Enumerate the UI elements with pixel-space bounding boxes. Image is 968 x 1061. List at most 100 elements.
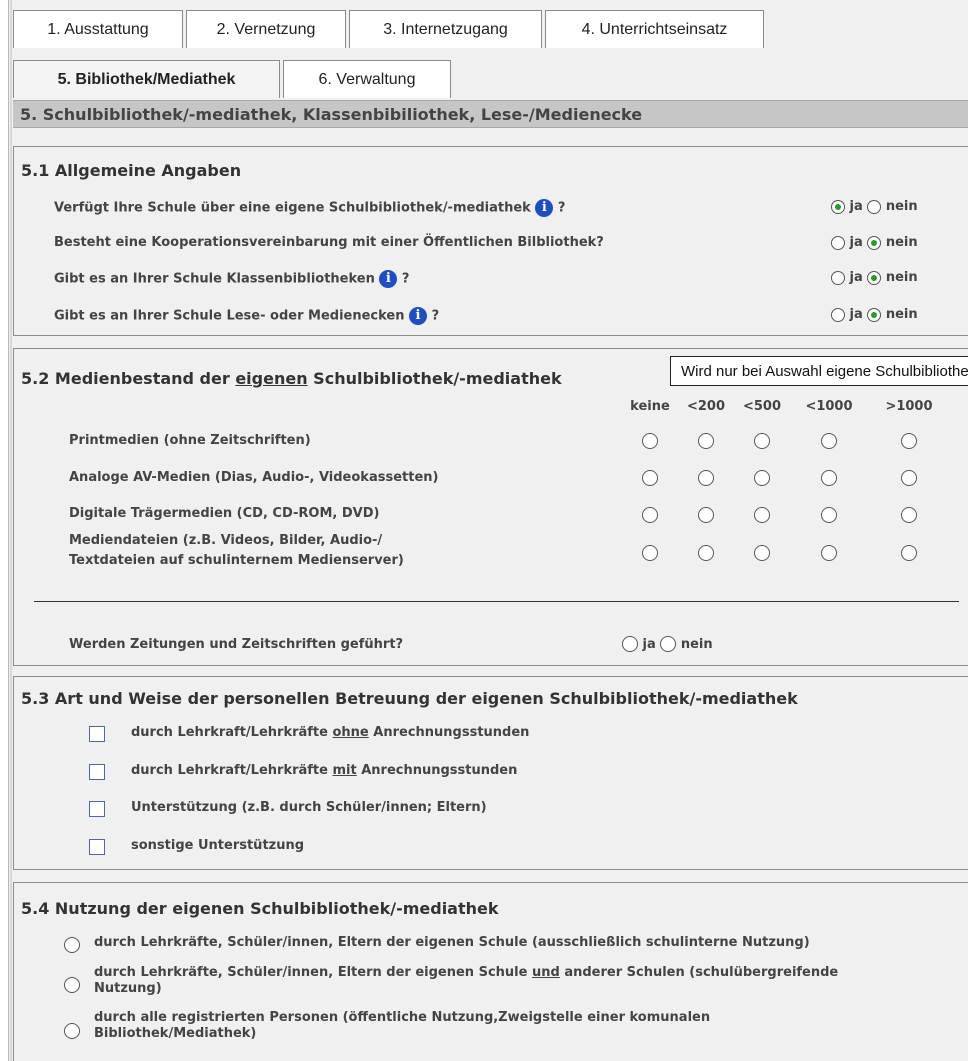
section-5-3-title: 5.3 Art und Weise der personellen Betreu…: [21, 689, 798, 708]
q3-radio-ja[interactable]: [831, 270, 845, 285]
q4-options: ja nein: [831, 307, 918, 322]
col-lt500: <500: [742, 399, 782, 414]
radio-analoge-av-1[interactable]: [698, 470, 714, 486]
q3-options: ja nein: [831, 270, 918, 285]
q1-radio-ja[interactable]: [831, 199, 845, 214]
radio-analoge-av-4[interactable]: [901, 470, 917, 486]
nutzung-radio-intern[interactable]: [64, 937, 80, 953]
section-5-2: 5.2 Medienbestand der eigenen Schulbibli…: [13, 348, 968, 666]
divider: [34, 601, 959, 602]
section-5-1-title: 5.1 Allgemeine Angaben: [21, 161, 242, 180]
radio-printmedien-1[interactable]: [698, 433, 714, 449]
question-suffix: ?: [431, 308, 440, 324]
question-zeitungen: Werden Zeitungen und Zeitschriften gefüh…: [69, 637, 404, 652]
label-unterstuetzung: Unterstützung (z.B. durch Schüler/innen;…: [131, 800, 487, 815]
radio-analoge-av-0[interactable]: [642, 470, 658, 486]
radio-analoge-av-2[interactable]: [754, 470, 770, 486]
radio-mediendateien-3[interactable]: [821, 545, 837, 561]
title-underlined: eigenen: [235, 369, 308, 388]
q4-radio-ja[interactable]: [831, 307, 845, 322]
info-icon[interactable]: i: [379, 270, 398, 288]
q4-label-ja: ja: [849, 307, 863, 322]
label-part: Anrechnungsstunden: [356, 763, 518, 778]
q2-radio-ja[interactable]: [831, 235, 845, 250]
q2-radio-nein[interactable]: [867, 235, 882, 250]
section-5-1: 5.1 Allgemeine Angaben Verfügt Ihre Schu…: [13, 146, 968, 336]
col-lt200: <200: [686, 399, 726, 414]
label-nutzung-oeffentlich-2: Bibliothek/Mediathek): [94, 1026, 257, 1041]
section-5-4: 5.4 Nutzung der eigenen Schulbibliothek/…: [13, 882, 968, 1061]
q1-label-nein: nein: [885, 199, 918, 214]
info-icon[interactable]: i: [535, 199, 554, 217]
question-text: Gibt es an Ihrer Schule Klassenbibliothe…: [54, 271, 375, 287]
q3-label-ja: ja: [849, 270, 863, 285]
radio-analoge-av-3[interactable]: [821, 470, 837, 486]
radio-mediendateien-2[interactable]: [754, 545, 770, 561]
tab-verwaltung[interactable]: 6. Verwaltung: [283, 60, 451, 98]
q1-radio-nein[interactable]: [867, 199, 882, 214]
tab-vernetzung[interactable]: 2. Vernetzung: [186, 10, 346, 48]
radio-digitale-0[interactable]: [642, 507, 658, 523]
label-nutzung-uebergreifend: durch Lehrkräfte, Schüler/innen, Eltern …: [94, 965, 838, 980]
row-analoge-av: Analoge AV-Medien (Dias, Audio-, Videoka…: [69, 470, 439, 485]
q1-label-ja: ja: [849, 199, 863, 214]
q3-radio-nein[interactable]: [867, 270, 882, 285]
q4-radio-nein[interactable]: [867, 307, 882, 322]
radio-digitale-2[interactable]: [754, 507, 770, 523]
checkbox-sonstige[interactable]: [89, 839, 105, 855]
radio-digitale-4[interactable]: [901, 507, 917, 523]
radio-printmedien-0[interactable]: [642, 433, 658, 449]
question-text: Gibt es an Ihrer Schule Lese- oder Medie…: [54, 308, 405, 324]
question-klassenbibliotheken: Gibt es an Ihrer Schule Klassenbibliothe…: [54, 270, 409, 288]
nutzung-radio-oeffentlich[interactable]: [64, 1023, 80, 1039]
radio-mediendateien-1[interactable]: [698, 545, 714, 561]
radio-mediendateien-0[interactable]: [642, 545, 658, 561]
label-nutzung-intern: durch Lehrkräfte, Schüler/innen, Eltern …: [94, 935, 810, 950]
title-part: 5.2 Medienbestand der: [21, 369, 236, 388]
label-sonstige: sonstige Unterstützung: [131, 838, 305, 853]
radio-printmedien-4[interactable]: [901, 433, 917, 449]
row-digitale: Digitale Trägermedien (CD, CD-ROM, DVD): [69, 506, 380, 521]
q4-label-nein: nein: [885, 307, 918, 322]
col-keine: keine: [630, 399, 670, 414]
radio-mediendateien-4[interactable]: [901, 545, 917, 561]
tab-unterrichtseinsatz[interactable]: 4. Unterrichtseinsatz: [545, 10, 764, 48]
section-5-2-title: 5.2 Medienbestand der eigenen Schulbibli…: [21, 369, 562, 388]
tab-internetzugang[interactable]: 3. Internetzugang: [349, 10, 542, 48]
radio-printmedien-3[interactable]: [821, 433, 837, 449]
label-underlined: und: [531, 965, 560, 980]
zeitungen-radio-nein[interactable]: [660, 636, 677, 652]
label-part: anderer Schulen (schulübergreifende: [559, 965, 839, 980]
label-nutzung-uebergreifend-2: Nutzung): [94, 981, 162, 996]
nutzung-radio-uebergreifend[interactable]: [64, 977, 80, 993]
question-eigene-bibliothek: Verfügt Ihre Schule über eine eigene Sch…: [54, 199, 565, 217]
label-part: Anrechnungsstunden: [368, 725, 530, 740]
radio-digitale-1[interactable]: [698, 507, 714, 523]
label-underlined: ohne: [332, 725, 369, 740]
q1-options: ja nein: [831, 199, 918, 214]
tab-bibliothek[interactable]: 5. Bibliothek/Mediathek: [13, 60, 280, 98]
radio-digitale-3[interactable]: [821, 507, 837, 523]
checkbox-unterstuetzung[interactable]: [89, 801, 105, 817]
col-gt1000: >1000: [885, 399, 933, 414]
checkbox-mit-anrechnung[interactable]: [89, 764, 105, 780]
q2-label-ja: ja: [849, 235, 863, 250]
question-kooperation: Besteht eine Kooperationsvereinbarung mi…: [54, 235, 604, 250]
col-lt1000: <1000: [805, 399, 853, 414]
tooltip: Wird nur bei Auswahl eigene Schulbibliot…: [670, 356, 968, 386]
radio-printmedien-2[interactable]: [754, 433, 770, 449]
checkbox-ohne-anrechnung[interactable]: [89, 726, 105, 742]
row-printmedien: Printmedien (ohne Zeitschriften): [69, 433, 311, 448]
label-nutzung-oeffentlich: durch alle registrierten Personen (öffen…: [94, 1010, 711, 1025]
question-leseecken: Gibt es an Ihrer Schule Lese- oder Medie…: [54, 307, 439, 325]
row-mediendateien-2: Textdateien auf schulinternem Medienserv…: [69, 553, 404, 568]
zeitungen-radio-ja[interactable]: [622, 636, 638, 652]
q2-label-nein: nein: [885, 235, 918, 250]
zeitungen-label-nein: nein: [680, 636, 713, 652]
label-mit-anrechnung: durch Lehrkraft/Lehrkräfte mit Anrechnun…: [131, 763, 517, 778]
label-part: durch Lehrkraft/Lehrkräfte: [131, 763, 333, 778]
info-icon[interactable]: i: [409, 307, 428, 325]
label-part: durch Lehrkraft/Lehrkräfte: [131, 725, 333, 740]
tab-ausstattung[interactable]: 1. Ausstattung: [13, 10, 183, 48]
title-part: Schulbibliothek/-mediathek: [307, 369, 562, 388]
